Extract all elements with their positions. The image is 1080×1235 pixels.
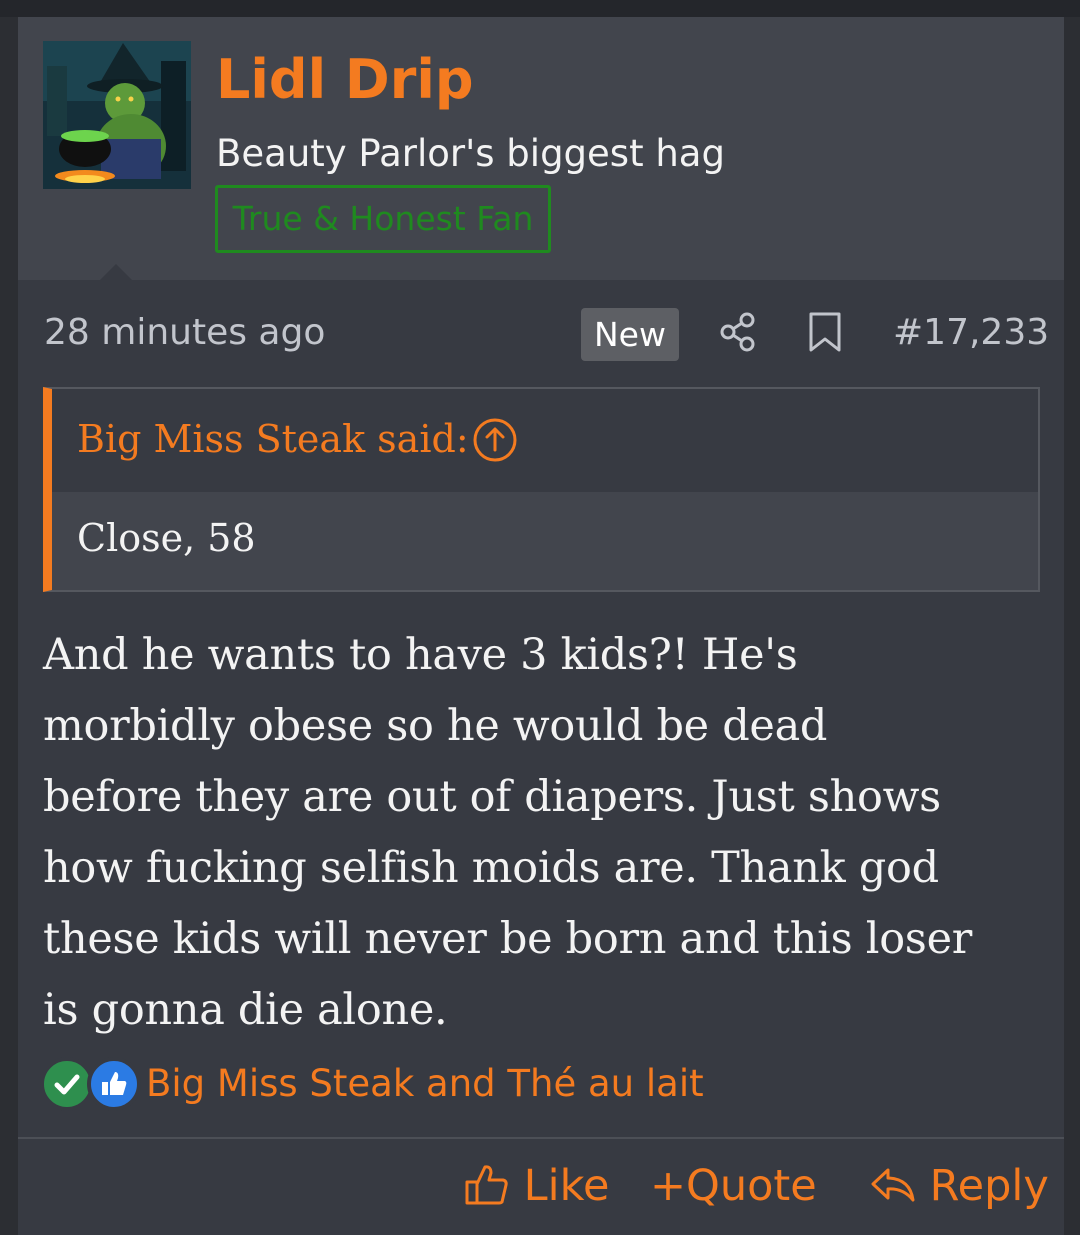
post: Lidl Drip Beauty Parlor's biggest hag Tr… <box>18 17 1064 1235</box>
reaction-users[interactable]: Big Miss Steak and Thé au lait <box>146 1059 704 1109</box>
message-line: these kids will never be born and this l… <box>43 914 972 964</box>
post-number[interactable]: #17,233 <box>893 309 1049 357</box>
user-banner: True & Honest Fan <box>215 185 551 253</box>
share-icon[interactable] <box>718 311 758 357</box>
bookmark-icon[interactable] <box>808 311 842 357</box>
post-time[interactable]: 28 minutes ago <box>44 309 325 357</box>
quote-header: Big Miss Steak said: <box>52 389 1038 492</box>
check-reaction-icon[interactable] <box>40 1057 94 1111</box>
user-title: Beauty Parlor's biggest hag <box>216 132 725 175</box>
quote-label: +Quote <box>650 1161 817 1211</box>
avatar[interactable] <box>43 41 191 189</box>
message-line: is gonna die alone. <box>43 985 448 1035</box>
message-body: And he wants to have 3 kids?! He's morbi… <box>43 620 1043 1046</box>
new-badge: New <box>581 308 679 361</box>
arrow-up-circle-icon[interactable] <box>472 417 518 467</box>
message-line: morbidly obese so he would be dead <box>43 701 828 751</box>
user-header: Lidl Drip Beauty Parlor's biggest hag Tr… <box>18 17 1064 280</box>
like-reaction-icon[interactable] <box>87 1057 141 1111</box>
quote-button[interactable]: +Quote <box>650 1159 817 1214</box>
quote-attribution[interactable]: Big Miss Steak said: <box>77 413 469 465</box>
quote-text: Close, 58 <box>77 516 256 560</box>
quote-body: Close, 58 <box>52 492 1038 590</box>
message-line: how fucking selfish moids are. Thank god <box>43 843 939 893</box>
like-label: Like <box>523 1161 610 1211</box>
quote-block: Big Miss Steak said: Close, 58 <box>43 387 1040 592</box>
like-button[interactable]: Like <box>464 1159 609 1214</box>
reply-icon <box>871 1168 915 1201</box>
top-band <box>0 0 1080 17</box>
thumbs-up-icon <box>465 1164 508 1204</box>
post-actions: Like +Quote Reply <box>18 1139 1064 1235</box>
message-line: before they are out of diapers. Just sho… <box>43 772 941 822</box>
message-line: And he wants to have 3 kids?! He's <box>43 630 798 680</box>
header-pointer <box>100 264 132 280</box>
username[interactable]: Lidl Drip <box>216 45 474 115</box>
reply-label: Reply <box>929 1161 1049 1211</box>
reply-button[interactable]: Reply <box>870 1159 1049 1214</box>
